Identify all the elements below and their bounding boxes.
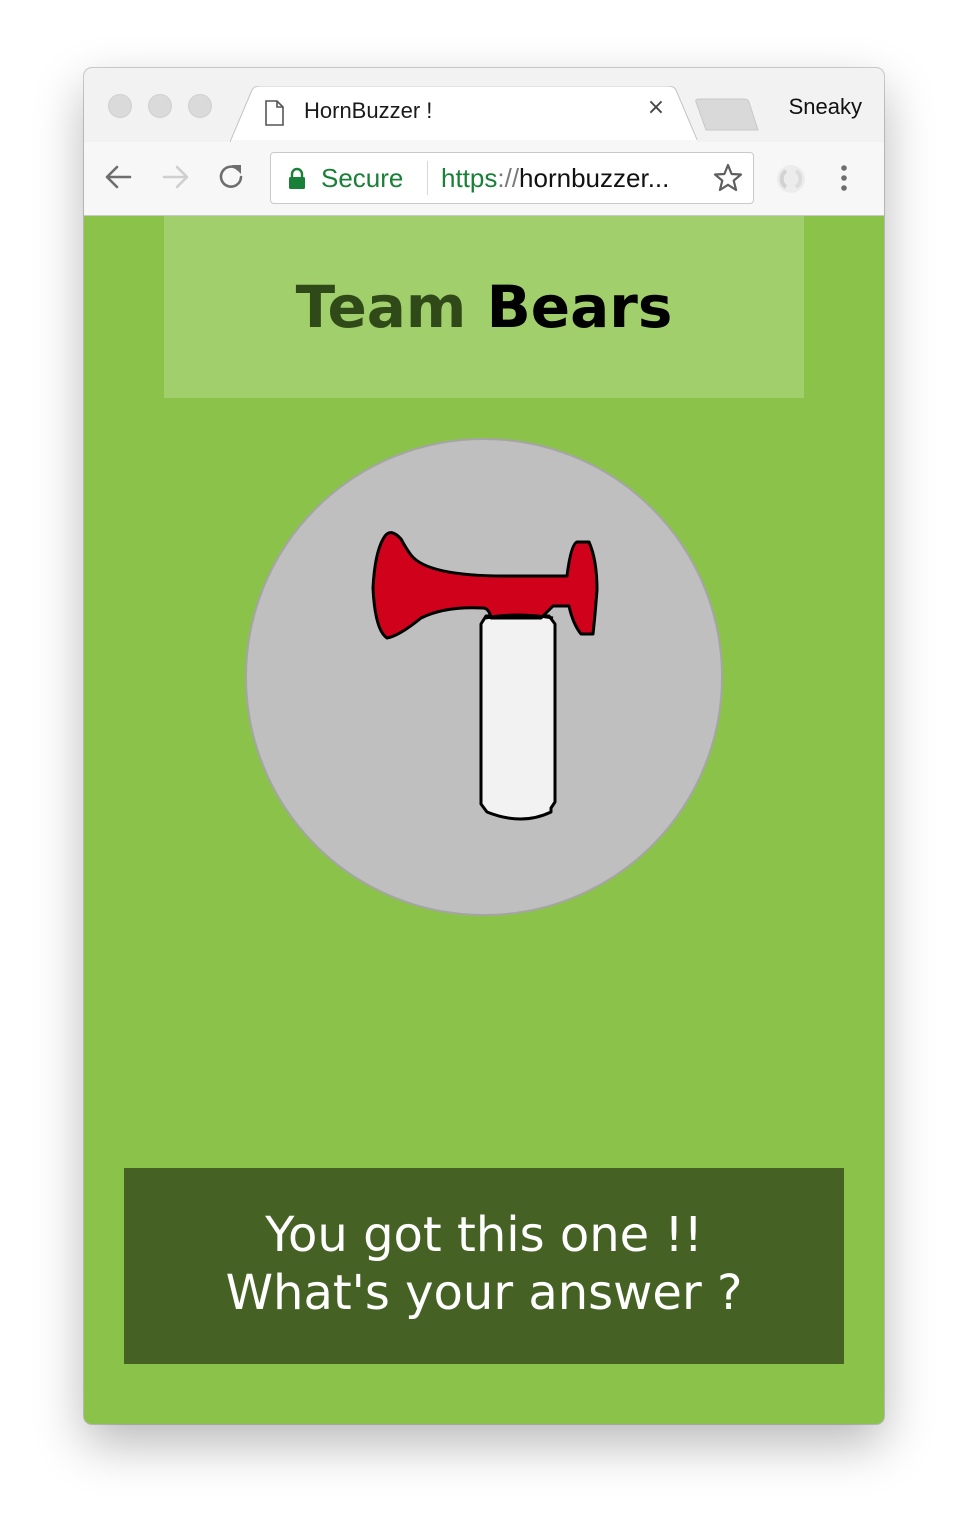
team-prefix: Team xyxy=(295,273,467,341)
minimize-window-button[interactable] xyxy=(148,94,172,118)
tab-close-icon[interactable]: × xyxy=(644,96,668,120)
address-bar[interactable]: Secure https://hornbuzzer... xyxy=(270,152,754,204)
browser-window: HornBuzzer ! × Sneaky Secure https://hor… xyxy=(84,68,884,1424)
url-scheme: https xyxy=(441,163,498,193)
zoom-window-button[interactable] xyxy=(188,94,212,118)
menu-icon[interactable] xyxy=(838,164,850,198)
star-icon[interactable] xyxy=(713,163,743,197)
team-title: Team Bears xyxy=(164,216,804,342)
new-tab-button[interactable] xyxy=(694,98,760,136)
forward-icon[interactable] xyxy=(158,160,192,194)
security-label[interactable]: Secure xyxy=(321,163,403,194)
message-line-1: You got this one !! xyxy=(265,1207,703,1263)
air-horn-icon xyxy=(371,531,599,821)
message-box: You got this one !! What's your answer ? xyxy=(124,1168,844,1364)
tab-strip: HornBuzzer ! × Sneaky xyxy=(84,68,884,142)
lock-icon xyxy=(287,167,307,195)
url-separator: :// xyxy=(497,163,520,193)
close-window-button[interactable] xyxy=(108,94,132,118)
tab-background xyxy=(230,86,699,142)
url-host: hornbuzzer... xyxy=(519,163,670,193)
extension-icon[interactable] xyxy=(774,162,808,200)
browser-toolbar: Secure https://hornbuzzer... xyxy=(84,142,884,216)
tab-hornbuzzer[interactable]: HornBuzzer ! × xyxy=(230,86,700,142)
team-name: Bears xyxy=(486,273,673,341)
tab-title: HornBuzzer ! xyxy=(304,98,433,123)
omnibox-divider xyxy=(427,161,428,195)
message-line-2: What's your answer ? xyxy=(225,1265,743,1321)
buzzer-button[interactable] xyxy=(245,438,723,916)
profile-name[interactable]: Sneaky xyxy=(789,94,862,120)
page-content: Team Bears You got this one !! What's yo… xyxy=(84,216,884,1424)
team-header: Team Bears xyxy=(164,216,804,398)
page-icon xyxy=(264,100,284,130)
url-text[interactable]: https://hornbuzzer... xyxy=(441,163,707,194)
reload-icon[interactable] xyxy=(214,160,248,194)
back-icon[interactable] xyxy=(102,160,136,194)
